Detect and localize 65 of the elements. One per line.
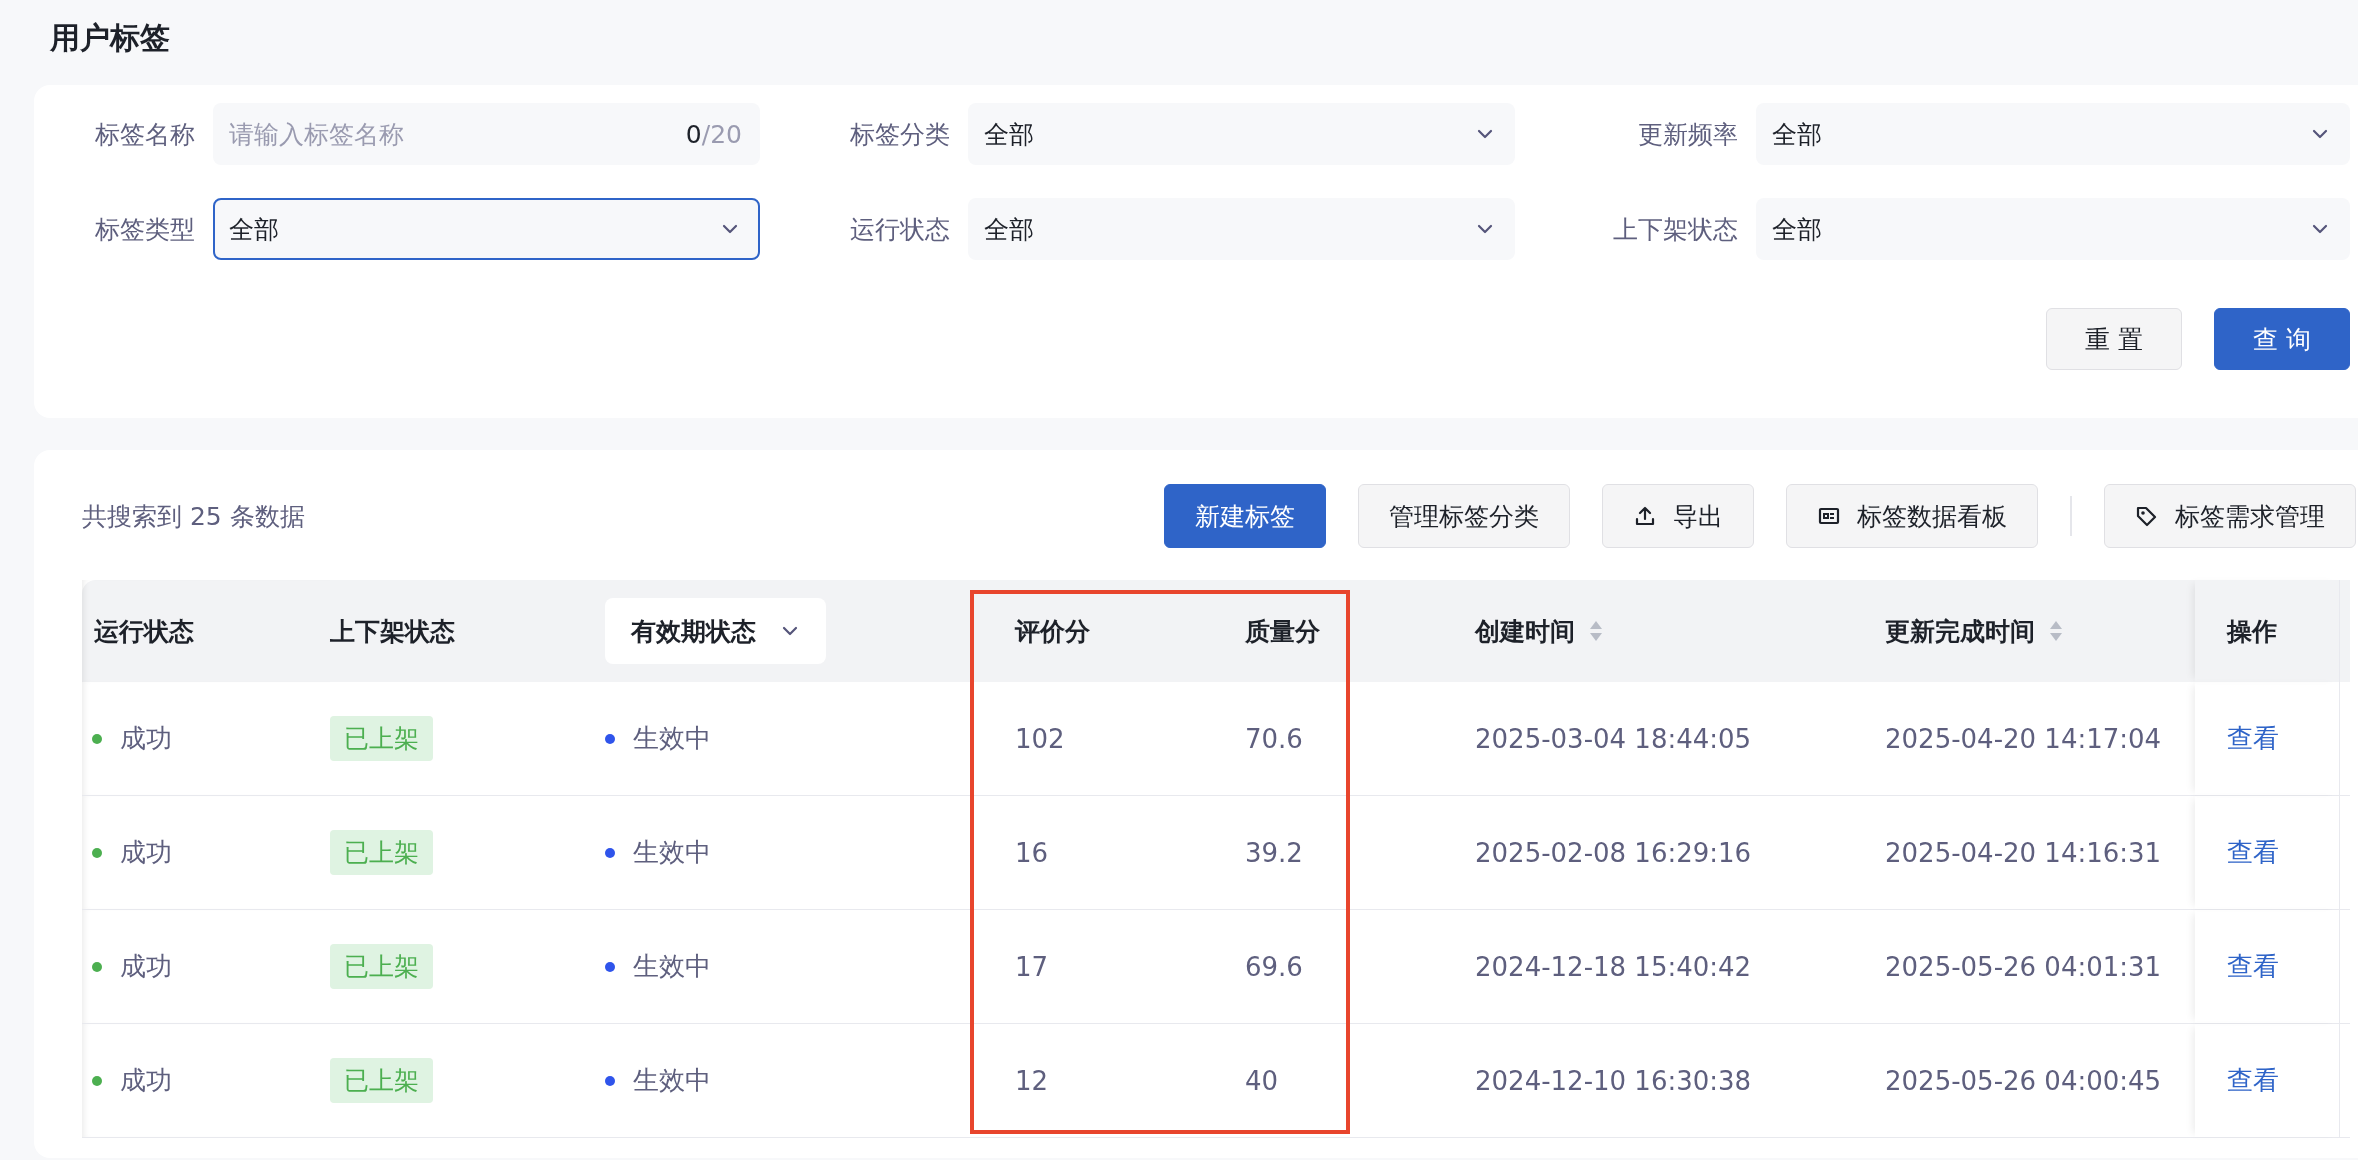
table-cell: 2025-04-20 14:17:04 xyxy=(1885,723,2162,754)
table-cell-text: 生效中 xyxy=(633,950,711,983)
status-tag: 已上架 xyxy=(330,830,433,875)
toolbar-button[interactable]: 导出 xyxy=(1602,484,1754,548)
toolbar-button[interactable]: 管理标签分类 xyxy=(1358,484,1570,548)
column-header: 质量分 xyxy=(1245,615,1320,648)
column-header: 操作 xyxy=(2227,615,2277,648)
table-cell-text: 生效中 xyxy=(633,1064,711,1097)
filter-label: 标签分类 xyxy=(849,118,950,151)
filter-label: 上下架状态 xyxy=(1612,213,1738,246)
filter-label: 标签名称 xyxy=(94,118,195,151)
table-cell: 2024-12-18 15:40:42 xyxy=(1475,951,1752,982)
filter-label: 运行状态 xyxy=(849,213,950,246)
table-cell-text: 成功 xyxy=(120,1064,172,1097)
filter-button[interactable]: 查 询 xyxy=(2214,308,2350,370)
status-tag: 已上架 xyxy=(330,1058,433,1103)
status-tag: 已上架 xyxy=(330,716,433,761)
table-cell: 39.2 xyxy=(1245,837,1303,868)
status-tag: 已上架 xyxy=(330,944,433,989)
table-cell-text: 生效中 xyxy=(633,836,711,869)
table-cell: 2025-02-08 16:29:16 xyxy=(1475,837,1752,868)
table-cell: 2025-05-26 04:01:31 xyxy=(1885,951,2162,982)
select-field[interactable]: 全部 xyxy=(968,103,1515,165)
filter-button[interactable]: 重 置 xyxy=(2046,308,2183,370)
toolbar-button[interactable]: 标签需求管理 xyxy=(2104,484,2356,548)
toolbar-button[interactable]: 标签数据看板 xyxy=(1786,484,2038,548)
table-cell: 2024-12-10 16:30:38 xyxy=(1475,1065,1752,1096)
column-header: 评价分 xyxy=(1015,615,1090,648)
table-cell: 16 xyxy=(1015,837,1049,868)
column-header: 运行状态 xyxy=(94,615,194,648)
table-cell: 2025-05-26 04:00:45 xyxy=(1885,1065,2162,1096)
filter-label: 标签类型 xyxy=(94,213,195,246)
table-cell-text: 成功 xyxy=(120,722,172,755)
view-link[interactable]: 查看 xyxy=(2227,835,2279,870)
sort-icon[interactable] xyxy=(1589,619,1603,643)
table-cell: 17 xyxy=(1015,951,1049,982)
table-cell-text: 成功 xyxy=(120,836,172,869)
table-cell: 40 xyxy=(1245,1065,1279,1096)
column-header: 上下架状态 xyxy=(330,615,455,648)
table-cell-text: 成功 xyxy=(120,950,172,983)
table-cell: 2025-03-04 18:44:05 xyxy=(1475,723,1752,754)
column-header[interactable]: 创建时间 xyxy=(1475,614,1575,648)
column-header[interactable]: 更新完成时间 xyxy=(1885,614,2035,648)
column-filter[interactable]: 有效期状态 xyxy=(605,598,826,664)
table-cell-text: 生效中 xyxy=(633,722,711,755)
page-title: 用户标签 xyxy=(49,19,170,57)
select-field[interactable]: 全部 xyxy=(1756,198,2350,260)
table-cell: 69.6 xyxy=(1245,951,1303,982)
upload-icon xyxy=(1633,504,1657,528)
select-field[interactable]: 全部 xyxy=(213,198,760,260)
tag-icon xyxy=(2135,504,2159,528)
result-count: 共搜索到 25 条数据 xyxy=(82,500,305,533)
filter-label: 更新频率 xyxy=(1637,118,1738,151)
character-counter: 0/20 xyxy=(685,119,742,149)
view-link[interactable]: 查看 xyxy=(2227,1063,2279,1098)
view-link[interactable]: 查看 xyxy=(2227,721,2279,756)
table-cell: 2025-04-20 14:16:31 xyxy=(1885,837,2162,868)
select-field[interactable]: 全部 xyxy=(968,198,1515,260)
table-cell: 70.6 xyxy=(1245,723,1303,754)
view-link[interactable]: 查看 xyxy=(2227,949,2279,984)
select-field[interactable]: 全部 xyxy=(1756,103,2350,165)
table-cell: 12 xyxy=(1015,1065,1049,1096)
toolbar-button[interactable]: 新建标签 xyxy=(1164,484,1326,548)
table-cell: 102 xyxy=(1015,723,1065,754)
sort-icon[interactable] xyxy=(2049,619,2063,643)
